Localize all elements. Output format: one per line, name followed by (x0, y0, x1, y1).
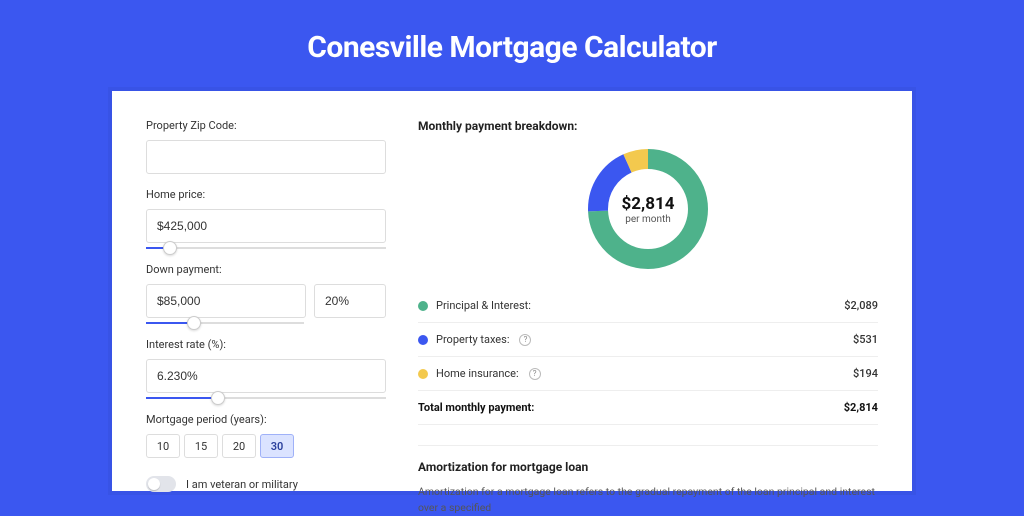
down-payment-pct-input[interactable] (314, 284, 386, 318)
calculator-card: Property Zip Code: Home price: Down paym… (112, 91, 912, 491)
amortization-title: Amortization for mortgage loan (418, 460, 878, 474)
legend-value: $531 (853, 333, 878, 346)
veteran-toggle[interactable] (146, 476, 176, 492)
period-btn-20[interactable]: 20 (222, 434, 256, 458)
info-icon[interactable]: ? (529, 368, 541, 380)
interest-rate-input[interactable] (146, 359, 386, 393)
home-price-slider[interactable] (146, 247, 386, 249)
amortization-section: Amortization for mortgage loan Amortizat… (418, 445, 878, 516)
home-price-label: Home price: (146, 188, 386, 201)
zip-label: Property Zip Code: (146, 119, 386, 132)
legend-row-principal: Principal & Interest: $2,089 (418, 289, 878, 323)
down-payment-field-group: Down payment: (146, 263, 386, 324)
donut-chart: $2,814 per month (586, 147, 710, 271)
slider-thumb[interactable] (211, 391, 225, 405)
info-icon[interactable]: ? (519, 334, 531, 346)
legend-value: $2,089 (844, 299, 878, 312)
legend-row-insurance: Home insurance: ? $194 (418, 357, 878, 391)
slider-thumb[interactable] (163, 241, 177, 255)
total-value: $2,814 (844, 401, 878, 414)
total-label: Total monthly payment: (418, 401, 534, 414)
veteran-toggle-row: I am veteran or military (146, 476, 386, 492)
zip-input[interactable] (146, 140, 386, 174)
form-column: Property Zip Code: Home price: Down paym… (146, 119, 386, 491)
home-price-field-group: Home price: (146, 188, 386, 249)
donut-chart-wrap: $2,814 per month (418, 147, 878, 271)
down-payment-label: Down payment: (146, 263, 386, 276)
legend-label: Home insurance: (436, 367, 519, 380)
home-price-input[interactable] (146, 209, 386, 243)
slider-thumb[interactable] (187, 316, 201, 330)
legend-dot-icon (418, 335, 428, 345)
legend-dot-icon (418, 301, 428, 311)
legend-value: $194 (853, 367, 878, 380)
legend-label: Principal & Interest: (436, 299, 531, 312)
mortgage-period-field-group: Mortgage period (years): 10 15 20 30 (146, 413, 386, 458)
donut-sublabel: per month (625, 214, 671, 225)
zip-field-group: Property Zip Code: (146, 119, 386, 174)
legend-label: Property taxes: (436, 333, 509, 346)
down-payment-input[interactable] (146, 284, 306, 318)
period-btn-15[interactable]: 15 (184, 434, 218, 458)
interest-rate-slider[interactable] (146, 397, 386, 399)
period-btn-10[interactable]: 10 (146, 434, 180, 458)
page-title: Conesville Mortgage Calculator (0, 0, 1024, 91)
legend-dot-icon (418, 369, 428, 379)
donut-value: $2,814 (622, 194, 675, 214)
legend-row-taxes: Property taxes: ? $531 (418, 323, 878, 357)
breakdown-title: Monthly payment breakdown: (418, 119, 878, 133)
breakdown-column: Monthly payment breakdown: $2,814 per mo… (418, 119, 878, 491)
mortgage-period-label: Mortgage period (years): (146, 413, 386, 426)
amortization-text: Amortization for a mortgage loan refers … (418, 484, 878, 516)
veteran-toggle-label: I am veteran or military (186, 478, 298, 491)
down-payment-slider[interactable] (146, 322, 304, 324)
interest-rate-field-group: Interest rate (%): (146, 338, 386, 399)
interest-rate-label: Interest rate (%): (146, 338, 386, 351)
mortgage-period-options: 10 15 20 30 (146, 434, 386, 458)
legend-row-total: Total monthly payment: $2,814 (418, 391, 878, 425)
toggle-knob (148, 478, 160, 490)
period-btn-30[interactable]: 30 (260, 434, 294, 458)
